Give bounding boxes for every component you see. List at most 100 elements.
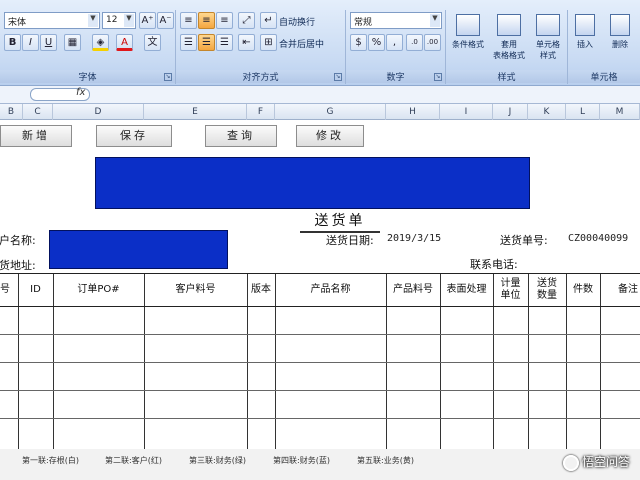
bold-button[interactable]: B: [4, 34, 21, 51]
font-color-button[interactable]: A: [116, 34, 133, 51]
align-top-icon[interactable]: ≡: [180, 12, 197, 29]
column-header[interactable]: I: [440, 104, 493, 120]
contact-phone-label: 联系电话:: [470, 258, 518, 271]
ribbon-group-number: 常规 ▼ $ % , .0 .00 数字 ↘: [346, 10, 446, 84]
dialog-launcher-icon[interactable]: ↘: [334, 73, 342, 81]
column-product-code: 产品料号: [393, 284, 433, 295]
wrap-text-icon[interactable]: ↵: [260, 12, 277, 29]
number-format-combo[interactable]: 常规 ▼: [350, 12, 442, 29]
copy-4: 第四联:财务(蓝): [273, 456, 330, 465]
number-group-label: 数字: [346, 70, 445, 83]
ribbon-group-cells: 插入 删除 单元格: [568, 10, 640, 84]
grow-font-button[interactable]: A⁺: [139, 12, 156, 29]
page-title: 送货单: [300, 210, 380, 233]
column-header[interactable]: G: [275, 104, 386, 120]
copy-2: 第二联:客户(红): [105, 456, 162, 465]
delete-cells-icon: [610, 14, 630, 36]
copy-1: 第一联:存根(白): [22, 456, 79, 465]
column-header[interactable]: E: [144, 104, 247, 120]
format-as-table-label-1: 套用: [501, 40, 517, 49]
delete-cells-label: 删除: [612, 40, 628, 49]
conditional-format-label: 条件格式: [452, 40, 484, 49]
align-bottom-icon[interactable]: ≡: [216, 12, 233, 29]
watermark-text: 悟空问答: [581, 455, 630, 469]
column-header[interactable]: J: [493, 104, 528, 120]
edit-button[interactable]: 修改: [296, 125, 364, 147]
styles-group-label: 样式: [446, 70, 567, 83]
customer-name-field[interactable]: [49, 230, 228, 269]
merge-center-icon[interactable]: ⊞: [260, 34, 277, 51]
column-header[interactable]: F: [247, 104, 275, 120]
table-row[interactable]: [0, 362, 640, 363]
delivery-date-value: 2019/3/15: [387, 233, 442, 244]
align-right-icon[interactable]: ☰: [216, 34, 233, 51]
column-serial: 序号: [0, 284, 10, 295]
chevron-down-icon: ▼: [430, 14, 440, 27]
ribbon-group-font: 宋体 ▼ 12 ▼ A⁺ A⁻ B I U ▦ ◈ A 文 字体 ↘: [0, 10, 176, 84]
border-icon[interactable]: ▦: [64, 34, 81, 51]
format-as-table-label-2: 表格格式: [493, 51, 525, 60]
column-header[interactable]: C: [23, 104, 53, 120]
delivery-number-value: CZ00040099: [568, 233, 629, 244]
column-version: 版本: [251, 284, 271, 295]
insert-cells-label: 插入: [577, 40, 593, 49]
add-button[interactable]: 新增: [0, 125, 72, 147]
align-left-icon[interactable]: ☰: [180, 34, 197, 51]
decrease-decimal-button[interactable]: .00: [424, 34, 441, 51]
percent-button[interactable]: %: [368, 34, 385, 51]
dialog-launcher-icon[interactable]: ↘: [434, 73, 442, 81]
ribbon-group-alignment: ≡ ≡ ≡ ⤢ ↵ 自动换行 ☰ ☰ ☰ ⇤ ⊞ 合并后居中 对齐方式 ↘: [176, 10, 346, 84]
format-as-table-button[interactable]: 套用 表格格式: [489, 12, 529, 68]
copy-legend: 第一联:存根(白) 第二联:客户(红) 第三联:财务(绿) 第四联:财务(蓝) …: [0, 449, 640, 480]
cell-styles-button[interactable]: 单元格 样式: [528, 12, 568, 68]
column-surface-treatment: 表面处理: [446, 284, 487, 295]
column-header[interactable]: K: [528, 104, 566, 120]
format-as-table-icon: [497, 14, 521, 36]
conditional-format-button[interactable]: 条件格式: [448, 12, 488, 68]
font-size-combo[interactable]: 12 ▼: [102, 12, 136, 29]
wrap-text-label[interactable]: 自动换行: [279, 15, 315, 28]
shrink-font-button[interactable]: A⁻: [157, 12, 174, 29]
chevron-down-icon: ▼: [124, 14, 134, 27]
font-size-value: 12: [106, 15, 118, 25]
orientation-icon[interactable]: ⤢: [238, 12, 255, 29]
phonetic-icon[interactable]: 文: [144, 34, 161, 51]
currency-button[interactable]: $: [350, 34, 367, 51]
comma-button[interactable]: ,: [386, 34, 403, 51]
column-header[interactable]: B: [0, 104, 23, 120]
column-delivery-qty: 送货数量: [537, 278, 557, 301]
fill-color-icon[interactable]: ◈: [92, 34, 109, 51]
underline-button[interactable]: U: [40, 34, 57, 51]
column-product-name: 产品名称: [310, 284, 351, 295]
italic-button[interactable]: I: [22, 34, 39, 51]
cell-styles-label-1: 单元格: [536, 40, 560, 49]
table-row[interactable]: [0, 334, 640, 335]
items-table: 序号 ID 订单PO# 客户料号 版本 产品名称 产品料号 表面处理 计量单位 …: [0, 273, 640, 449]
column-header[interactable]: L: [566, 104, 600, 120]
increase-decimal-button[interactable]: .0: [406, 34, 423, 51]
insert-cells-button[interactable]: 插入: [568, 12, 602, 68]
header-underline: [0, 306, 640, 307]
align-center-icon[interactable]: ☰: [198, 34, 215, 51]
save-button[interactable]: 保存: [96, 125, 172, 147]
column-header[interactable]: H: [386, 104, 440, 120]
copy-3: 第三联:财务(绿): [189, 456, 246, 465]
table-row[interactable]: [0, 418, 640, 419]
conditional-format-icon: [456, 14, 480, 36]
font-group-label: 字体: [0, 70, 175, 83]
column-header[interactable]: D: [53, 104, 144, 120]
merge-center-label[interactable]: 合并后居中: [279, 37, 324, 50]
function-icon[interactable]: fx: [76, 87, 85, 98]
table-row[interactable]: [0, 390, 640, 391]
column-customer-part: 客户料号: [175, 284, 216, 295]
cell-styles-icon: [536, 14, 560, 36]
font-name-combo[interactable]: 宋体 ▼: [4, 12, 100, 29]
align-middle-icon[interactable]: ≡: [198, 12, 215, 29]
decrease-indent-icon[interactable]: ⇤: [238, 34, 255, 51]
wukong-logo-icon: [562, 454, 579, 471]
query-button[interactable]: 查询: [205, 125, 277, 147]
dialog-launcher-icon[interactable]: ↘: [164, 73, 172, 81]
column-header[interactable]: M: [600, 104, 640, 120]
delete-cells-button[interactable]: 删除: [602, 12, 638, 68]
column-order-po: 订单PO#: [77, 284, 120, 295]
